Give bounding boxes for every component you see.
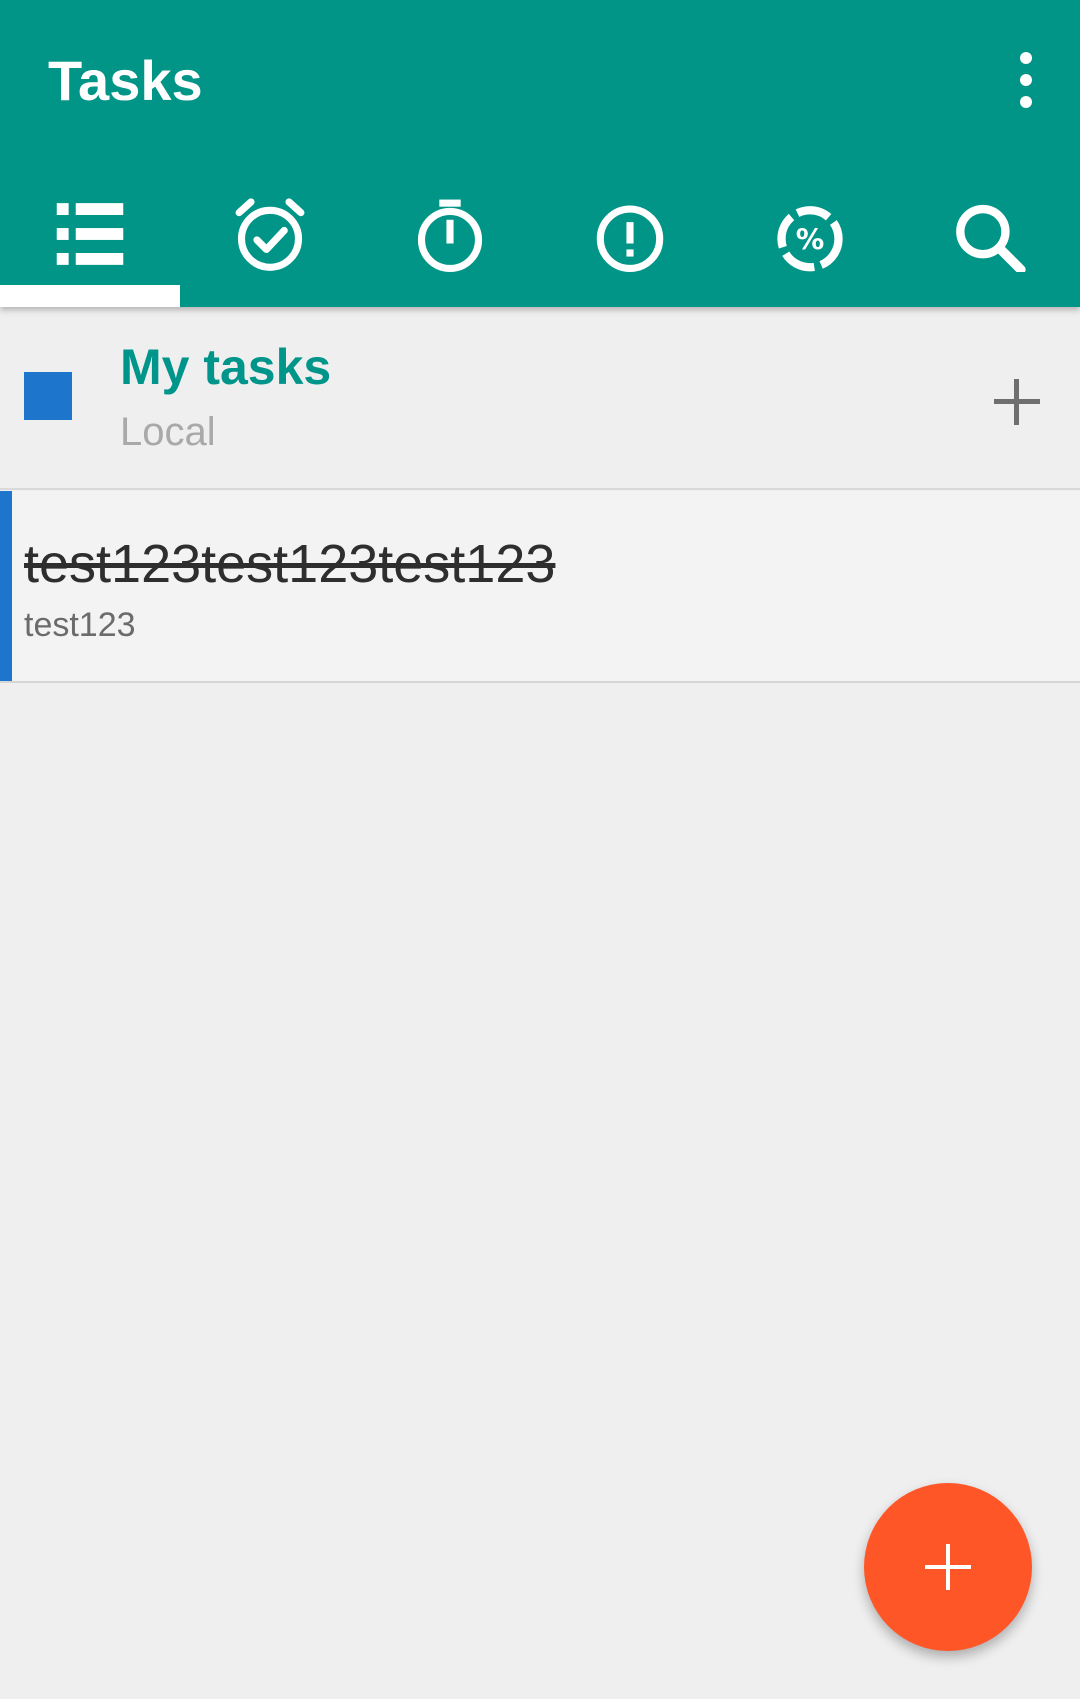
task-color-bar — [0, 491, 12, 681]
app-title: Tasks — [48, 49, 203, 112]
plus-icon — [925, 1544, 971, 1590]
add-task-fab[interactable] — [864, 1483, 1032, 1651]
task-title: test123test123test123 — [24, 534, 556, 594]
tab-priority[interactable] — [540, 180, 720, 307]
list-account: Local — [120, 410, 216, 454]
tab-selected-indicator — [0, 285, 180, 307]
priority-alert-icon — [596, 205, 664, 272]
task-row[interactable]: test123test123test123 test123 — [0, 491, 1080, 683]
app-bar: Tasks % — [0, 0, 1080, 307]
progress-percent-icon: % — [777, 206, 843, 272]
list-color-swatch — [24, 372, 72, 420]
tab-search[interactable] — [900, 180, 1080, 307]
list-header[interactable]: My tasks Local — [0, 307, 1080, 490]
alarm-check-icon — [235, 198, 305, 271]
tab-started[interactable] — [360, 180, 540, 307]
tab-bar: % — [0, 180, 1080, 307]
more-vert-icon[interactable] — [1006, 52, 1046, 108]
app-root: Tasks % My tasks Local test123test123tes… — [0, 0, 1080, 1699]
tab-lists[interactable] — [0, 180, 180, 307]
tab-progress[interactable]: % — [720, 180, 900, 307]
task-description: test123 — [24, 606, 136, 644]
list-name: My tasks — [120, 339, 332, 395]
plus-icon[interactable] — [992, 377, 1042, 427]
svg-text:%: % — [796, 223, 825, 256]
list-icon — [56, 203, 124, 265]
search-icon — [956, 204, 1026, 272]
tab-due[interactable] — [180, 180, 360, 307]
timer-icon — [417, 199, 483, 272]
